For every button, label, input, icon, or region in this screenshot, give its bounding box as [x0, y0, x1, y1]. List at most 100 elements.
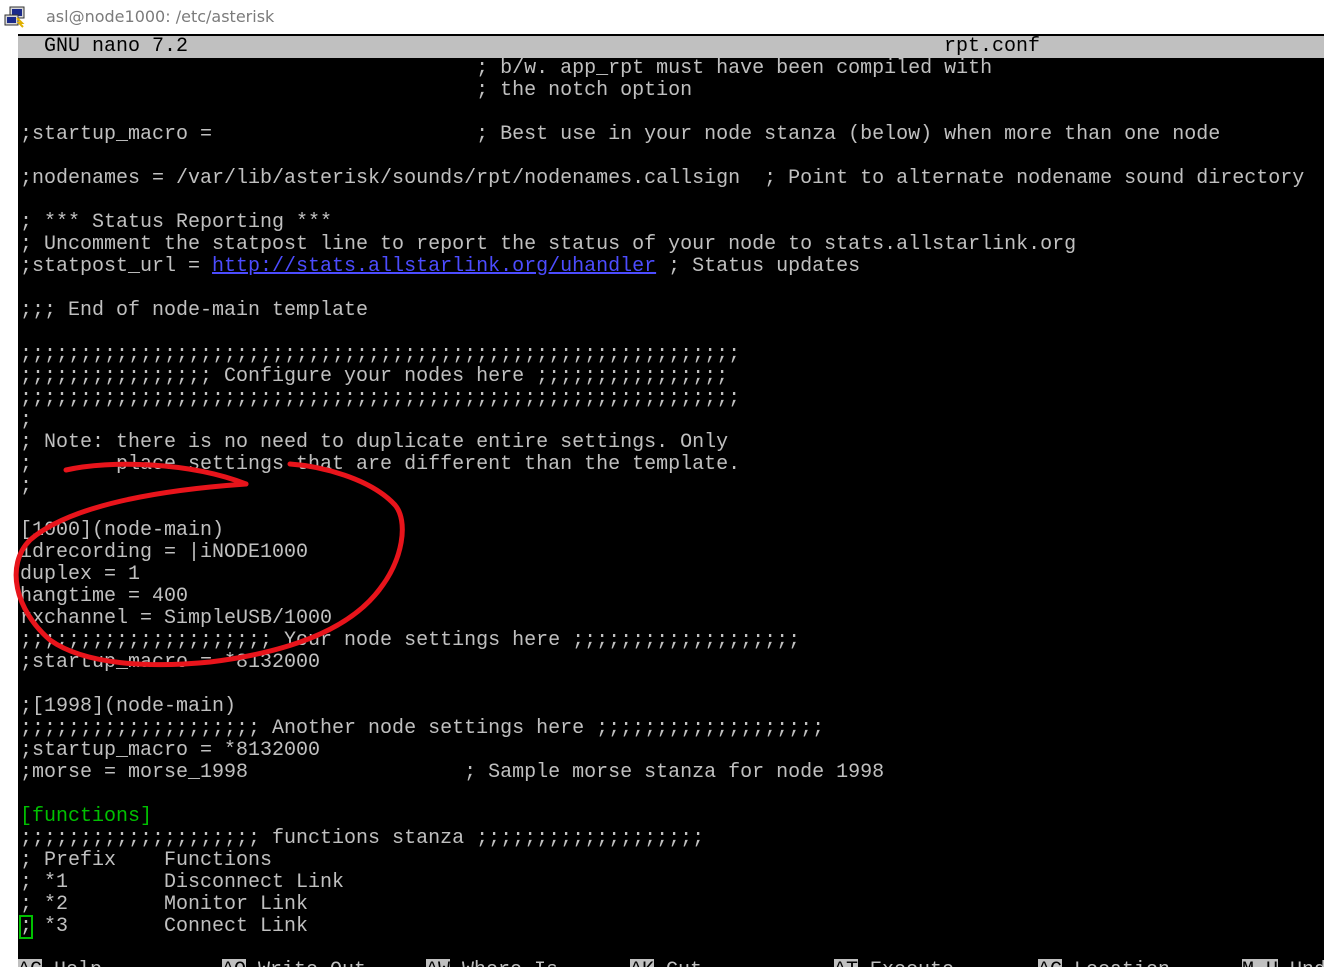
editor-line[interactable]: duplex = 1 — [20, 564, 1324, 586]
line-text: ; *1 Disconnect Link — [20, 871, 345, 894]
editor-line[interactable]: ;morse = morse_1998 ; Sample morse stanz… — [20, 762, 1324, 784]
line-text: ;;;;;;;;;;;;;;;;;;;; Another node settin… — [20, 717, 825, 740]
line-text: ;nodenames = /var/lib/asterisk/sounds/rp… — [20, 167, 1305, 190]
line-text: ; Prefix Functions — [20, 849, 273, 872]
editor-line[interactable] — [20, 498, 1324, 520]
editor-line[interactable]: ; — [20, 410, 1324, 432]
nano-shortcut-bar: ^G Help ^O Write Out ^W Where Is ^K Cut ^T E… — [18, 959, 1324, 967]
line-text: hangtime = 400 — [20, 585, 189, 608]
editor-line[interactable]: [1000](node-main) — [20, 520, 1324, 542]
shortcut-item[interactable]: ^O Write Out — [222, 959, 366, 967]
line-text: ;startup_macro = *8132000 — [20, 739, 321, 762]
editor-line[interactable] — [20, 190, 1324, 212]
line-text: ; *2 Monitor Link — [20, 893, 309, 916]
editor-line[interactable]: ;;;;;;;;;;;;;;;;;;;;;;;;;;;;;;;;;;;;;;;;… — [20, 344, 1324, 366]
shortcut-label: Where Is — [450, 959, 558, 967]
line-text: duplex = 1 — [20, 563, 141, 586]
editor-line[interactable]: [functions] — [20, 806, 1324, 828]
editor-line[interactable]: ; *** Status Reporting *** — [20, 212, 1324, 234]
editor-line[interactable]: idrecording = |iNODE1000 — [20, 542, 1324, 564]
editor-line[interactable] — [20, 674, 1324, 696]
editor-line[interactable] — [20, 322, 1324, 344]
shortcut-item[interactable]: ^K Cut — [630, 959, 702, 967]
editor-line[interactable]: ;;;;;;;;;;;;;;;;;;;;;;;;;;;;;;;;;;;;;;;;… — [20, 388, 1324, 410]
editor-line[interactable] — [20, 146, 1324, 168]
shortcut-item[interactable]: ^T Execute — [834, 959, 954, 967]
shortcut-label: Cut — [654, 959, 702, 967]
line-text: ;morse = morse_1998 ; Sample morse stanz… — [20, 761, 885, 784]
editor-line[interactable]: ; Note: there is no need to duplicate en… — [20, 432, 1324, 454]
line-text: ; Status updates — [656, 255, 861, 278]
shortcut-label: Location — [1062, 959, 1170, 967]
shortcut-item[interactable]: ^G Help — [18, 959, 102, 967]
editor-line[interactable]: ; place settings that are different than… — [20, 454, 1324, 476]
editor-line[interactable]: ;[1998](node-main) — [20, 696, 1324, 718]
line-text: ; place settings that are different than… — [20, 453, 741, 476]
line-text: ;startup_macro = ; Best use in your node… — [20, 123, 1221, 146]
putty-icon[interactable] — [4, 6, 26, 28]
shortcut-label: Undo — [1278, 959, 1324, 967]
editor-line[interactable]: ;;;;;;;;;;;;;;;;;;;; Another node settin… — [20, 718, 1324, 740]
shortcut-item[interactable]: M-U Undo — [1242, 959, 1324, 967]
shortcut-key: ^C — [1038, 959, 1063, 967]
nano-filename: rpt.conf — [944, 35, 1041, 58]
url-link[interactable]: http://stats.allstarlink.org/uhandler — [212, 255, 656, 278]
editor-line[interactable]: ; b/w. app_rpt must have been compiled w… — [20, 58, 1324, 80]
title-bar: asl@node1000: /etc/asterisk — [0, 0, 1324, 34]
shortcut-label: Execute — [858, 959, 954, 967]
editor-line[interactable]: ; Uncomment the statpost line to report … — [20, 234, 1324, 256]
editor-line[interactable] — [20, 278, 1324, 300]
editor-line[interactable]: ; *2 Monitor Link — [20, 894, 1324, 916]
editor-line[interactable] — [20, 784, 1324, 806]
shortcut-key: ^T — [834, 959, 859, 967]
editor-line[interactable]: ;;;;;;;;;;;;;;;;;;;; functions stanza ;;… — [20, 828, 1324, 850]
shortcut-label: Write Out — [246, 959, 366, 967]
line-text: ;startup_macro = *8132000 — [20, 651, 321, 674]
shortcut-key: M-U — [1242, 959, 1279, 967]
line-text: ; — [20, 475, 33, 498]
line-text: ; Uncomment the statpost line to report … — [20, 233, 1077, 256]
line-text: ;;; End of node-main template — [20, 299, 369, 322]
editor-line[interactable]: ; *3 Connect Link — [18, 915, 1324, 939]
shortcut-key: ^W — [426, 959, 451, 967]
editor-line[interactable]: rxchannel = SimpleUSB/1000 — [20, 608, 1324, 630]
line-text: ;;;;;;;;;;;;;;;; Configure your nodes he… — [20, 365, 729, 388]
editor-line[interactable]: ; Prefix Functions — [20, 850, 1324, 872]
line-text: [1000](node-main) — [20, 519, 225, 542]
line-text: ;;;;;;;;;;;;;;;;;;;;;;;;;;;;;;;;;;;;;;;;… — [20, 343, 741, 366]
line-text: ; — [20, 409, 33, 432]
editor-line[interactable]: hangtime = 400 — [20, 586, 1324, 608]
editor-line[interactable]: ;nodenames = /var/lib/asterisk/sounds/rp… — [20, 168, 1324, 190]
editor-line[interactable]: ;statpost_url = http://stats.allstarlink… — [20, 256, 1324, 278]
line-text: ; *** Status Reporting *** — [20, 211, 333, 234]
editor-line[interactable]: ; *1 Disconnect Link — [20, 872, 1324, 894]
editor-line[interactable]: ;startup_macro = ; Best use in your node… — [20, 124, 1324, 146]
shortcut-item[interactable]: ^W Where Is — [426, 959, 558, 967]
shortcut-key: ^K — [630, 959, 655, 967]
line-text: rxchannel = SimpleUSB/1000 — [20, 607, 333, 630]
line-text: ;;;;;;;;;;;;;;;;;;;; functions stanza ;;… — [20, 827, 705, 850]
editor-line[interactable]: ;;;;;;;;;;;;;;;;;;;;; Your node settings… — [20, 630, 1324, 652]
line-text: ; Note: there is no need to duplicate en… — [20, 431, 729, 454]
shortcut-key: ^G — [18, 959, 43, 967]
line-text: ;;;;;;;;;;;;;;;;;;;;;;;;;;;;;;;;;;;;;;;;… — [20, 387, 741, 410]
editor-line[interactable]: ; — [20, 476, 1324, 498]
editor-line[interactable] — [20, 102, 1324, 124]
line-text: idrecording = |iNODE1000 — [20, 541, 309, 564]
shortcut-label: Help — [42, 959, 102, 967]
editor-line[interactable]: ;startup_macro = *8132000 — [20, 652, 1324, 674]
editor-line[interactable]: ; the notch option — [20, 80, 1324, 102]
line-text: ;statpost_url = — [20, 255, 213, 278]
line-text: ; the notch option — [20, 79, 693, 102]
editor-text-area[interactable]: ; b/w. app_rpt must have been compiled w… — [18, 58, 1324, 939]
line-text: *3 Connect Link — [32, 915, 309, 938]
editor-line[interactable]: ;startup_macro = *8132000 — [20, 740, 1324, 762]
line-text: ; b/w. app_rpt must have been compiled w… — [20, 57, 993, 80]
nano-version: GNU nano 7.2 — [44, 35, 189, 58]
terminal-screen[interactable]: GNU nano 7.2 rpt.conf ; b/w. app_rpt mus… — [18, 34, 1324, 967]
shortcut-key: ^O — [222, 959, 247, 967]
line-text: ;[1998](node-main) — [20, 695, 237, 718]
editor-line[interactable]: ;;;;;;;;;;;;;;;; Configure your nodes he… — [20, 366, 1324, 388]
shortcut-item[interactable]: ^C Location — [1038, 959, 1170, 967]
editor-line[interactable]: ;;; End of node-main template — [20, 300, 1324, 322]
